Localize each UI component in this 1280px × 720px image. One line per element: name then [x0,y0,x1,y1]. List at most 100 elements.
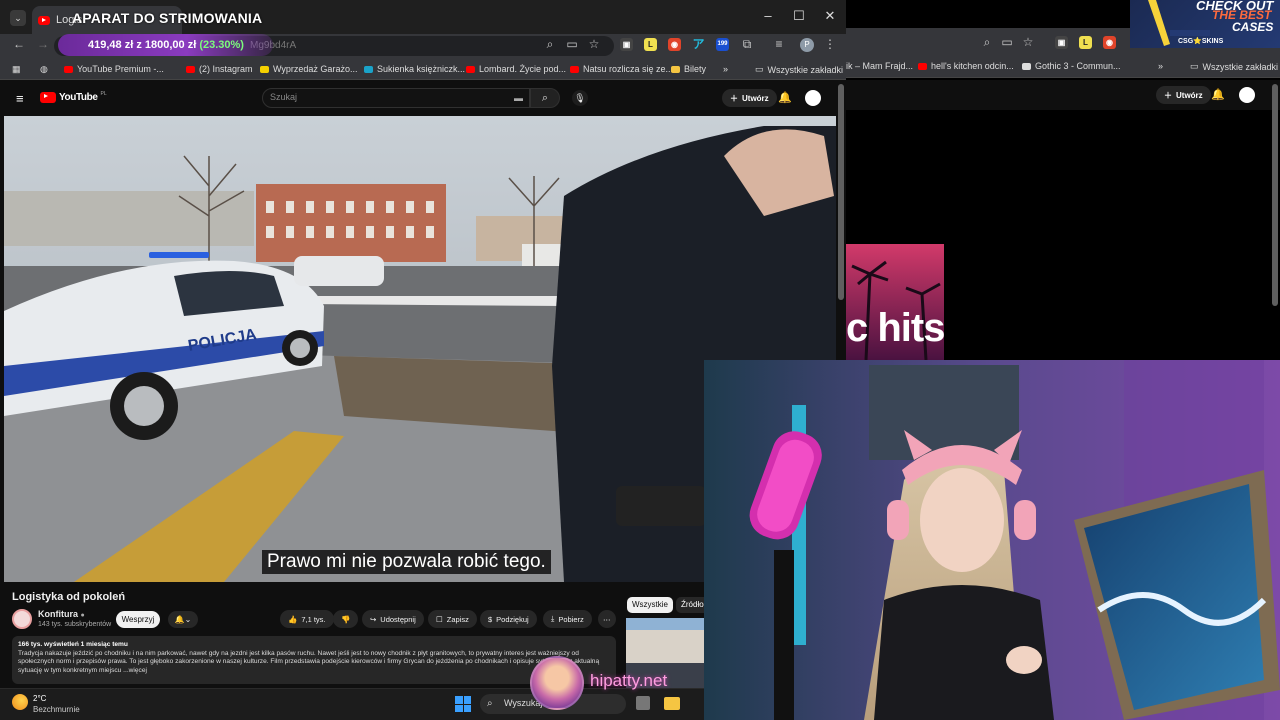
close-icon[interactable]: ✕ [820,8,840,24]
extension-twitch-icon[interactable]: ▣ [620,38,633,51]
right-bookmark-label: Gothic 3 - Commun... [1035,61,1121,71]
create-button[interactable]: ＋ Utwórz [722,89,777,107]
youtube-tab-icon [38,15,50,25]
webcam-image [704,360,1280,720]
right-extension-orange-icon[interactable]: ◉ [1103,36,1116,49]
create-label: Utwórz [742,93,769,103]
channel-subscribers: 143 tys. subskrybentów [38,621,112,628]
bookmark-label: Wyprzedaż Garażo... [273,64,358,74]
apps-grid-icon[interactable]: ▦ [12,64,21,75]
chip-all[interactable]: Wszystkie [627,597,673,613]
thanks-button[interactable]: $ Podziękuj [480,610,537,628]
profile-avatar[interactable]: P [800,38,814,52]
more-horizontal-icon: ⋯ [603,614,611,624]
right-account-avatar[interactable] [1239,87,1255,103]
weather-temperature: 2°C [33,694,47,703]
notifications-bell-icon[interactable]: 🔔 [778,91,792,104]
windows-start-icon[interactable] [455,696,471,712]
maximize-icon[interactable]: ☐ [789,8,809,24]
right-page-scrollbar[interactable] [1272,84,1278,306]
webcam-feed [704,360,1280,720]
bookmark-star-icon[interactable]: ☆ [585,37,603,51]
right-all-bookmarks[interactable]: ▭ Wszystkie zakładki [1190,61,1278,72]
bookmark-icon-generic[interactable]: ◍ [40,64,48,75]
bookmark-item[interactable]: Bilety [671,64,706,74]
support-button[interactable]: Wesprzyj [116,611,160,628]
search-placeholder: Szukaj [270,92,298,102]
extension-yellow-icon[interactable]: L [644,38,657,51]
thumbs-up-icon: 👍 [288,614,298,624]
chevron-down-icon: ⌄ [184,615,192,624]
right-bookmark-item[interactable]: Gothic 3 - Commun... [1022,61,1121,71]
youtube-logo[interactable]: YouTube PL [40,90,107,103]
right-create-button[interactable]: ＋ Utwórz [1156,86,1211,104]
bookmarks-overflow[interactable]: » [723,64,728,74]
bookmark-label: (2) Instagram [199,64,253,74]
download-icon: ⤓ [551,614,555,623]
forward-icon[interactable]: → [34,37,52,51]
back-icon[interactable]: ← [10,37,28,51]
verified-icon: ● [80,612,85,619]
right-star-icon[interactable]: ☆ [1019,35,1037,49]
like-count: 7,1 tys. [301,614,326,624]
right-bookmark-item[interactable]: ik – Mam Frajd... [846,61,913,71]
ad-headline-3: CASES [1232,20,1274,34]
video-description[interactable]: 166 tys. wyświetleń 1 miesiąc temu Trady… [12,636,616,684]
all-bookmarks-folder[interactable]: ▭ Wszystkie zakładki [755,64,843,75]
youtube-search-button[interactable]: ⌕ [530,88,560,108]
bookmark-label: YouTube Premium -... [77,64,164,74]
right-bookmark-label: ik – Mam Frajd... [846,61,914,71]
file-explorer-icon[interactable] [664,697,680,710]
tab-search-button[interactable]: ⌄ [10,10,26,26]
weather-icon[interactable] [12,694,28,710]
right-notifications-icon[interactable]: 🔔 [1211,88,1225,101]
extension-badge-icon[interactable]: 199 [716,38,729,51]
playlist-add-icon: ☐ [436,614,443,624]
extension-orange-icon[interactable]: ◉ [668,38,681,51]
donation-goal-text: 419,48 zł z 1800,00 zł (23.30%) [88,39,244,51]
bookmark-favicon-icon [64,65,73,73]
channel-name[interactable]: Konfitura ● [38,609,85,619]
right-cast-icon[interactable]: ▭ [998,35,1016,49]
bookmark-item[interactable]: (2) Instagram [186,64,253,74]
youtube-logo-text: YouTube [59,92,98,103]
microphone-icon[interactable]: 🎙 [572,90,588,106]
save-button[interactable]: ☐ Zapisz [428,610,477,628]
bookmark-favicon-icon [671,65,680,73]
page-scrollbar[interactable] [838,84,844,300]
right-bookmark-item[interactable]: hell's kitchen odcin... [918,61,1014,71]
channel-avatar[interactable] [12,609,32,629]
minimize-icon[interactable]: – [758,8,778,23]
right-extension-twitch-icon[interactable]: ▣ [1055,36,1068,49]
cast-icon[interactable]: ▭ [563,37,581,51]
right-bookmarks-overflow[interactable]: » [1158,61,1163,71]
youtube-region: PL [100,90,107,97]
youtube-search-input[interactable] [262,88,530,108]
notifications-dropdown[interactable]: 🔔⌄ [168,611,198,628]
bookmark-item[interactable]: Wyprzedaż Garażo... [260,64,357,74]
bookmark-item[interactable]: Sukienka księżniczk... [364,64,465,74]
media-control-icon[interactable]: ≡ [770,37,788,51]
video-subtitle: Prawo mi nie pozwala robić tego. [262,550,551,574]
bookmark-item[interactable]: Lombard. Życie pod... [466,64,566,74]
more-actions-button[interactable]: ⋯ [598,610,616,628]
right-zoom-icon[interactable]: ⌕ [978,35,996,50]
extensions-puzzle-icon[interactable]: ⧉ [738,37,756,52]
right-extension-yellow-icon[interactable]: L [1079,36,1092,49]
menu-kebab-icon[interactable]: ⋮ [821,37,839,51]
extension-translate-icon[interactable]: ア [692,38,705,51]
account-avatar[interactable] [805,90,821,106]
like-button[interactable]: 👍 7,1 tys. [280,610,334,628]
task-view-icon[interactable] [636,696,650,710]
zoom-icon[interactable]: ⌕ [541,37,559,52]
bookmark-label: Lombard. Życie pod... [479,64,567,74]
download-button[interactable]: ⤓ Pobierz [543,610,592,628]
keyboard-icon[interactable]: ▬ [514,93,523,103]
share-button[interactable]: ↪ Udostępnij [362,610,424,628]
donation-percent: (23.30%) [199,39,244,51]
bookmark-item[interactable]: Natsu rozlicza się ze... [570,64,673,74]
dislike-button[interactable]: 👎 [333,610,359,628]
ad-brand: CSG⭐SKINS [1178,38,1224,45]
hamburger-menu-icon[interactable]: ≡ [16,91,24,106]
bookmark-item[interactable]: YouTube Premium -... [64,64,164,74]
